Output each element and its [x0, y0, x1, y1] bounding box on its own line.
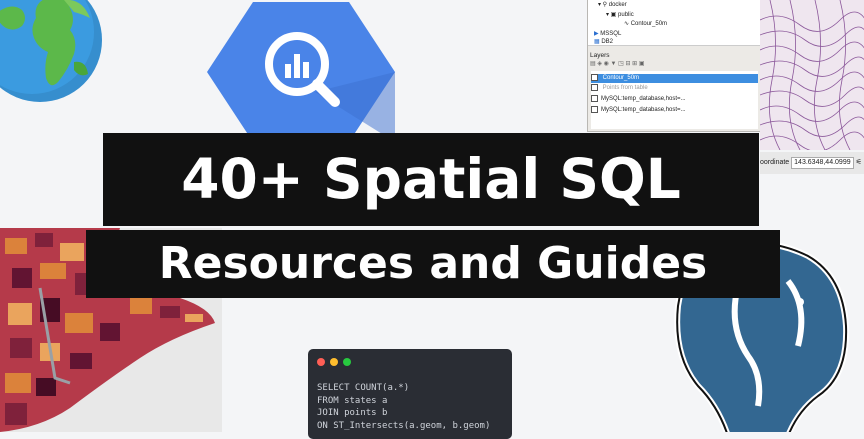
- coordinate-bar: oordinate 143.6348,44.0999 ⚟: [760, 152, 864, 174]
- browser-tree: ▾ ⚲ docker ▾ ▣ public ∿ Contour_50m ▶ MS…: [588, 0, 761, 46]
- contour-map: [760, 0, 864, 150]
- code-line: ON ST_Intersects(a.geom, b.geom): [317, 420, 491, 431]
- sql-code-window: SELECT COUNT(a.*) FROM states a JOIN point…: [308, 349, 512, 439]
- layer-checkbox[interactable]: [591, 95, 598, 102]
- code-line: FROM states a: [317, 395, 388, 406]
- code-line: SELECT COUNT(a.*): [317, 383, 410, 393]
- tree-item-docker[interactable]: ▾ ⚲ docker: [598, 1, 627, 10]
- layer-item[interactable]: Contour_50m: [591, 74, 758, 83]
- layers-toolbar: ▤ ◈ ◉ ▼ ◳ ⊟ ⊞ ▣: [590, 61, 645, 67]
- close-dot-icon[interactable]: [317, 358, 325, 366]
- layer-checkbox[interactable]: [591, 74, 598, 81]
- globe-icon: [0, 0, 102, 102]
- tree-item-public[interactable]: ▾ ▣ public: [606, 11, 634, 20]
- coordinate-label: oordinate: [760, 159, 790, 166]
- layer-item[interactable]: MySQL:temp_database,host=...: [591, 95, 686, 104]
- minimize-dot-icon[interactable]: [330, 358, 338, 366]
- layer-item[interactable]: MySQL:temp_database,host=...: [591, 106, 686, 115]
- coordinate-field[interactable]: 143.6348,44.0999: [791, 157, 854, 169]
- qgis-browser-panel: ▾ ⚲ docker ▾ ▣ public ∿ Contour_50m ▶ MS…: [587, 0, 762, 132]
- layer-checkbox[interactable]: [591, 106, 598, 113]
- layers-list: Contour_50m Points from table MySQL:temp…: [591, 71, 758, 129]
- bigquery-icon: [205, 0, 397, 142]
- layer-checkbox[interactable]: [591, 84, 598, 91]
- layer-item[interactable]: Points from table: [591, 84, 648, 93]
- title-line-2: Resources and Guides: [86, 230, 780, 298]
- tree-item-contour[interactable]: ∿ Contour_50m: [624, 20, 667, 29]
- layers-header: Layers: [590, 52, 610, 59]
- sql-code: SELECT COUNT(a.*) FROM states a JOIN point…: [317, 382, 490, 432]
- code-line: JOIN points b: [317, 408, 388, 418]
- tree-item-db2[interactable]: ▦ DB2: [594, 38, 613, 47]
- pan-icon[interactable]: ⚟: [856, 159, 862, 166]
- title-line-1: 40+ Spatial SQL: [103, 133, 759, 226]
- maximize-dot-icon[interactable]: [343, 358, 351, 366]
